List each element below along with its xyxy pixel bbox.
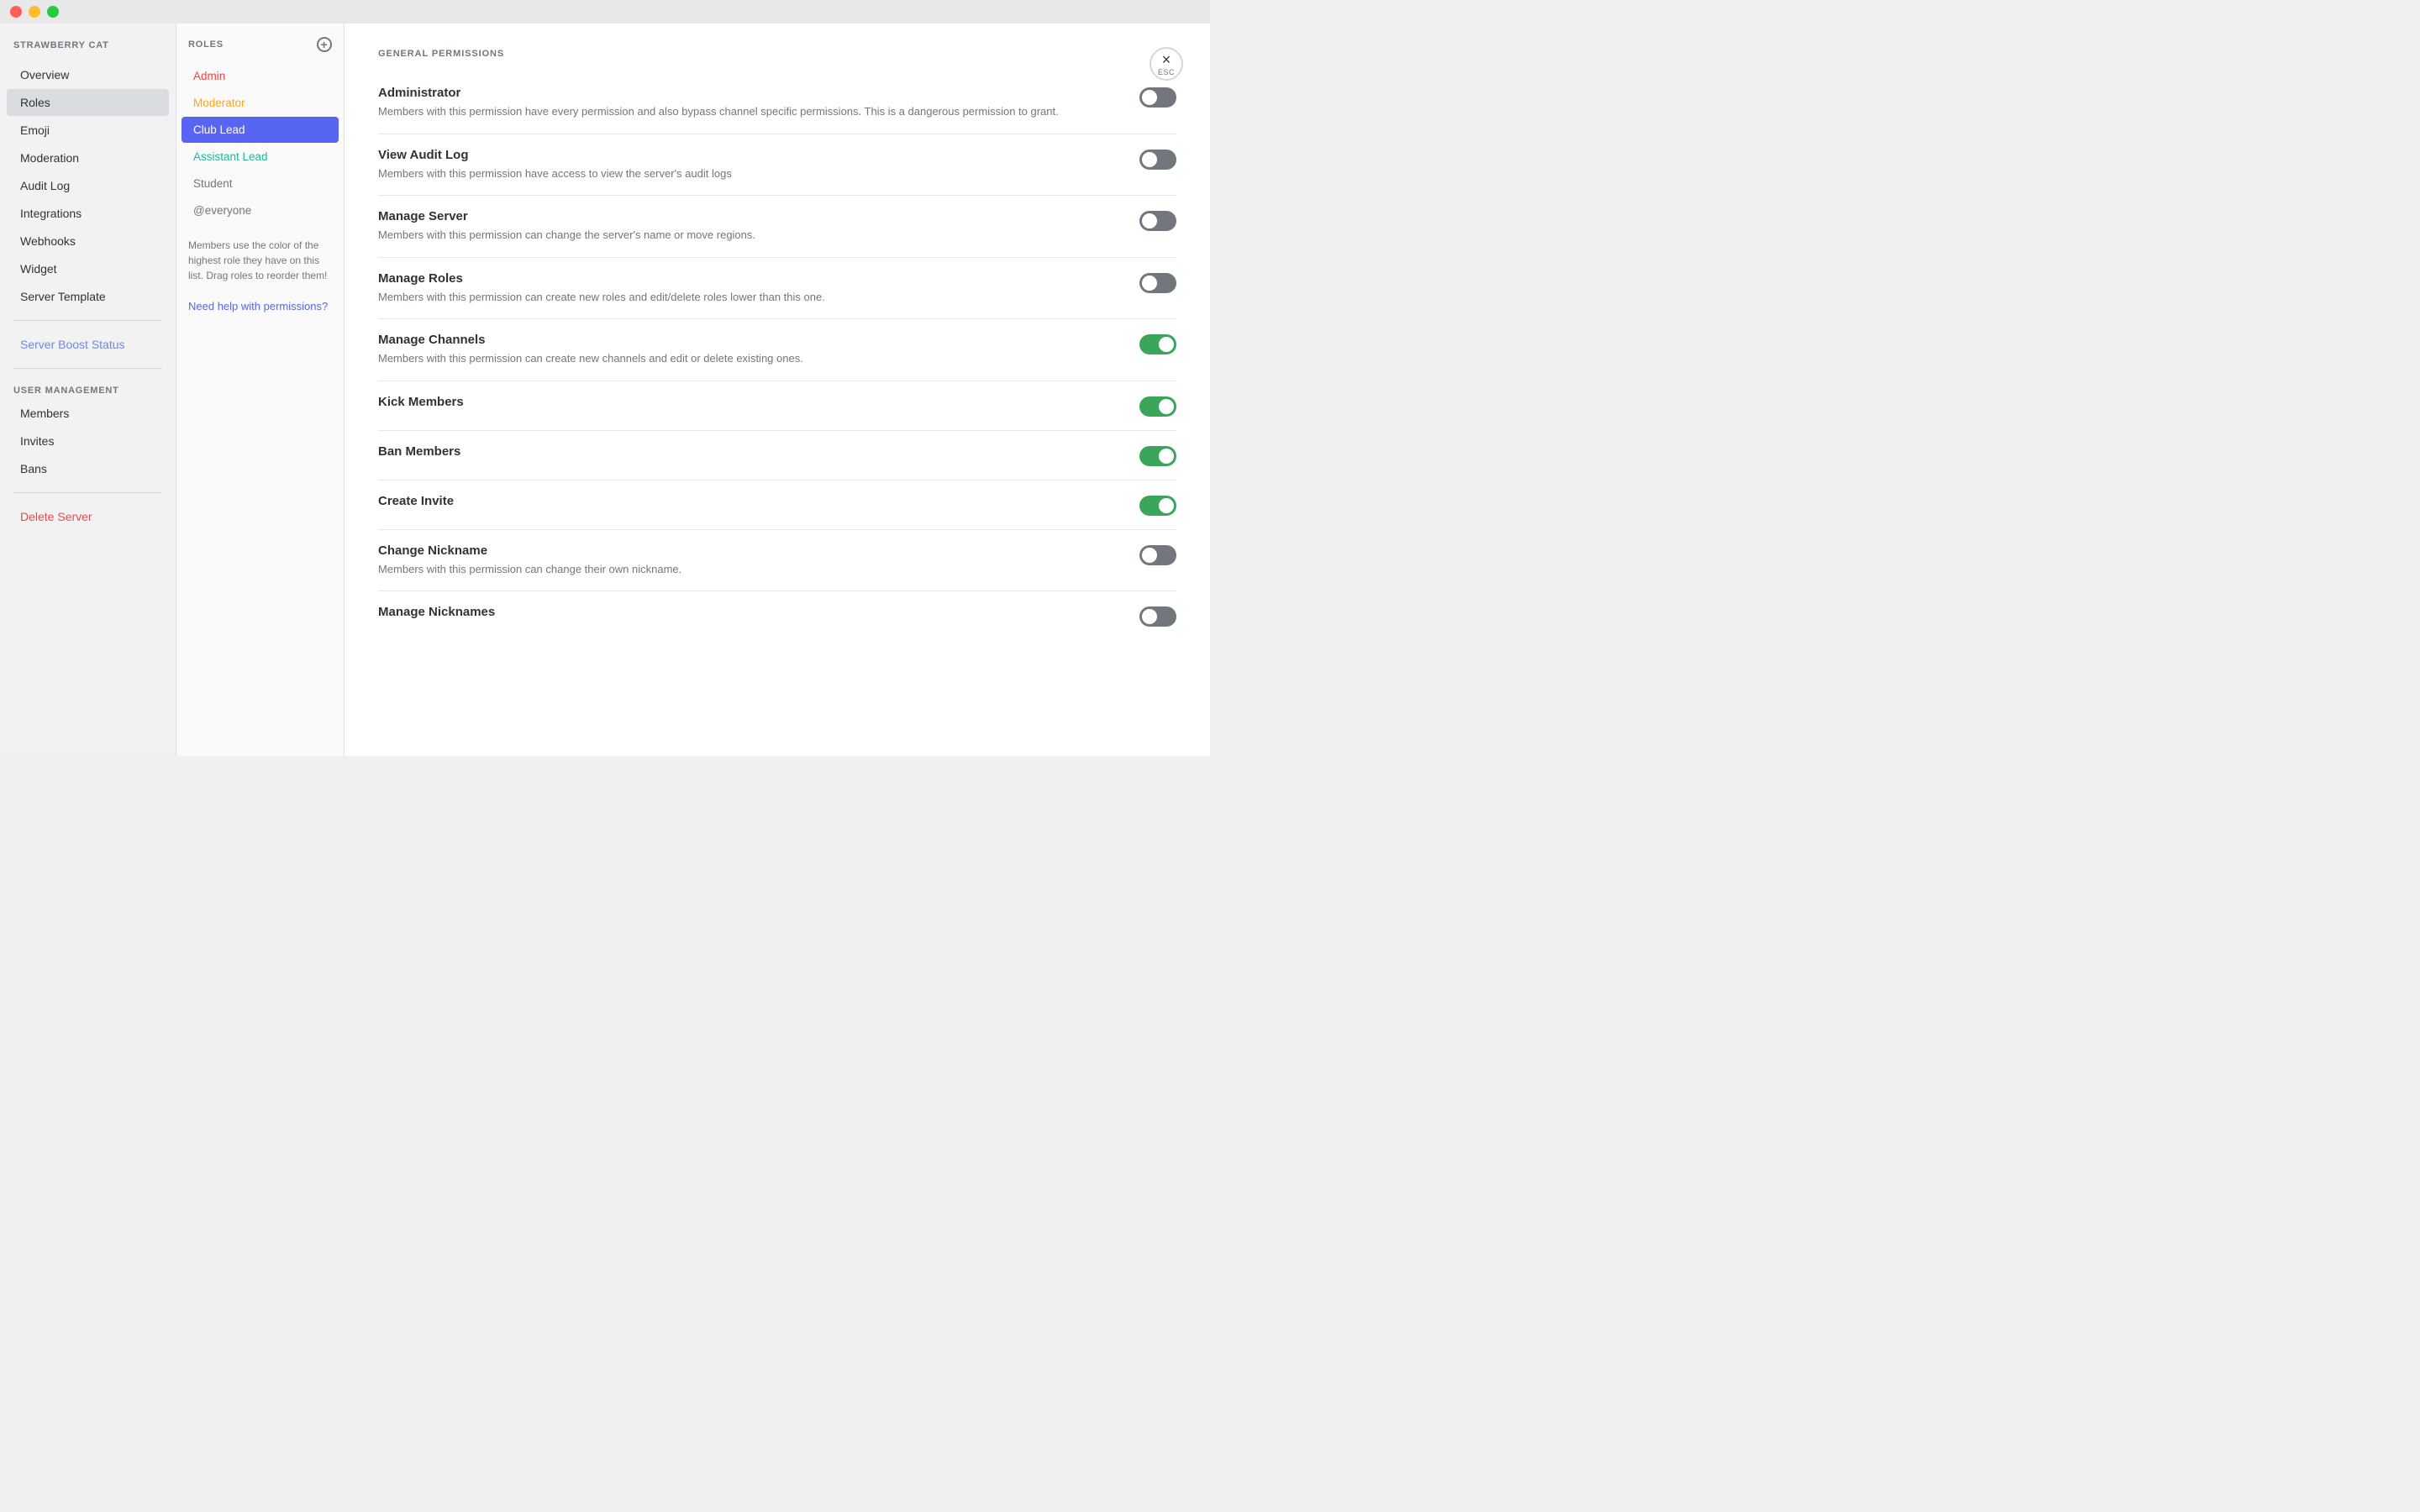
general-permissions-label: GENERAL PERMISSIONS xyxy=(378,49,1176,59)
sidebar-item-server-template[interactable]: Server Template xyxy=(7,283,169,310)
permission-name: Change Nickname xyxy=(378,543,1123,558)
permission-toggle[interactable] xyxy=(1139,211,1176,231)
roles-label: ROLES xyxy=(188,39,224,50)
permission-name: Manage Roles xyxy=(378,271,1123,286)
permission-toggle[interactable] xyxy=(1139,150,1176,170)
permission-info: Manage Channels Members with this permiss… xyxy=(378,333,1139,367)
esc-label: ESC xyxy=(1158,68,1175,76)
permission-toggle[interactable] xyxy=(1139,545,1176,565)
sidebar-item-overview[interactable]: Overview xyxy=(7,61,169,88)
sidebar-item-bans[interactable]: Bans xyxy=(7,455,169,482)
permission-toggle[interactable] xyxy=(1139,273,1176,293)
sidebar-item-audit-log[interactable]: Audit Log xyxy=(7,172,169,199)
sidebar: STRAWBERRY CAT Overview Roles Emoji Mode… xyxy=(0,24,176,756)
role-item-moderator[interactable]: Moderator xyxy=(182,90,339,116)
permission-desc: Members with this permission can change … xyxy=(378,561,1123,578)
permission-desc: Members with this permission have access… xyxy=(378,165,1123,182)
permissions-panel: GENERAL PERMISSIONS × ESC Administrator M… xyxy=(345,24,1210,756)
roles-panel: ROLES + Admin Moderator Club Lead Assist… xyxy=(176,24,345,756)
permissions-list: Administrator Members with this permissio… xyxy=(378,72,1176,640)
permission-info: Manage Roles Members with this permission… xyxy=(378,271,1139,306)
esc-button[interactable]: × ESC xyxy=(1150,47,1183,81)
permission-row: Ban Members xyxy=(378,431,1176,480)
permission-name: Manage Channels xyxy=(378,333,1123,347)
permission-toggle[interactable] xyxy=(1139,334,1176,354)
sidebar-item-emoji[interactable]: Emoji xyxy=(7,117,169,144)
permission-info: Kick Members xyxy=(378,395,1139,412)
permission-name: Ban Members xyxy=(378,444,1123,459)
permission-row: View Audit Log Members with this permissi… xyxy=(378,134,1176,197)
sidebar-item-roles[interactable]: Roles xyxy=(7,89,169,116)
roles-header: ROLES + xyxy=(176,37,344,62)
permission-name: View Audit Log xyxy=(378,148,1123,162)
permission-row: Change Nickname Members with this permiss… xyxy=(378,530,1176,592)
permission-info: Change Nickname Members with this permiss… xyxy=(378,543,1139,578)
app-body: STRAWBERRY CAT Overview Roles Emoji Mode… xyxy=(0,24,1210,756)
permission-info: Administrator Members with this permissio… xyxy=(378,86,1139,120)
sidebar-divider-2 xyxy=(13,368,162,369)
role-item-everyone[interactable]: @everyone xyxy=(182,197,339,223)
permission-info: Manage Server Members with this permissio… xyxy=(378,209,1139,244)
permission-row: Manage Server Members with this permissio… xyxy=(378,196,1176,258)
role-item-assistant-lead[interactable]: Assistant Lead xyxy=(182,144,339,170)
need-help-link[interactable]: Need help with permissions? xyxy=(176,297,344,316)
permission-row: Create Invite xyxy=(378,480,1176,530)
sidebar-divider-1 xyxy=(13,320,162,321)
sidebar-item-members[interactable]: Members xyxy=(7,400,169,427)
permission-row: Administrator Members with this permissio… xyxy=(378,72,1176,134)
permission-toggle[interactable] xyxy=(1139,446,1176,466)
sidebar-item-widget[interactable]: Widget xyxy=(7,255,169,282)
close-icon: × xyxy=(1162,52,1171,67)
permission-toggle[interactable] xyxy=(1139,496,1176,516)
permission-row: Manage Roles Members with this permission… xyxy=(378,258,1176,320)
role-item-student[interactable]: Student xyxy=(182,171,339,197)
permission-desc: Members with this permission can change … xyxy=(378,227,1123,244)
permission-toggle[interactable] xyxy=(1139,396,1176,417)
title-bar xyxy=(0,0,1210,24)
permission-info: Create Invite xyxy=(378,494,1139,512)
maximize-button[interactable] xyxy=(47,6,59,18)
permission-name: Create Invite xyxy=(378,494,1123,508)
role-item-club-lead[interactable]: Club Lead xyxy=(182,117,339,143)
permission-info: Manage Nicknames xyxy=(378,605,1139,622)
sidebar-item-webhooks[interactable]: Webhooks xyxy=(7,228,169,255)
close-button[interactable] xyxy=(10,6,22,18)
permission-name: Administrator xyxy=(378,86,1123,100)
permission-desc: Members with this permission can create … xyxy=(378,350,1123,367)
sidebar-item-moderation[interactable]: Moderation xyxy=(7,144,169,171)
sidebar-item-boost[interactable]: Server Boost Status xyxy=(7,331,169,358)
permission-desc: Members with this permission can create … xyxy=(378,289,1123,306)
permission-name: Manage Server xyxy=(378,209,1123,223)
permission-row: Manage Nicknames xyxy=(378,591,1176,640)
sidebar-item-invites[interactable]: Invites xyxy=(7,428,169,454)
permission-toggle[interactable] xyxy=(1139,87,1176,108)
sidebar-item-integrations[interactable]: Integrations xyxy=(7,200,169,227)
permission-row: Manage Channels Members with this permiss… xyxy=(378,319,1176,381)
roles-hint: Members use the color of the highest rol… xyxy=(176,224,344,297)
permission-info: Ban Members xyxy=(378,444,1139,462)
permission-desc: Members with this permission have every … xyxy=(378,103,1123,120)
add-role-button[interactable]: + xyxy=(317,37,332,52)
permission-info: View Audit Log Members with this permissi… xyxy=(378,148,1139,182)
permission-row: Kick Members xyxy=(378,381,1176,431)
permission-name: Manage Nicknames xyxy=(378,605,1123,619)
user-management-label: USER MANAGEMENT xyxy=(0,379,176,399)
sidebar-divider-3 xyxy=(13,492,162,493)
permission-name: Kick Members xyxy=(378,395,1123,409)
minimize-button[interactable] xyxy=(29,6,40,18)
role-item-admin[interactable]: Admin xyxy=(182,63,339,89)
sidebar-item-delete-server[interactable]: Delete Server xyxy=(7,503,169,530)
permission-toggle[interactable] xyxy=(1139,606,1176,627)
server-name: STRAWBERRY CAT xyxy=(0,40,176,60)
